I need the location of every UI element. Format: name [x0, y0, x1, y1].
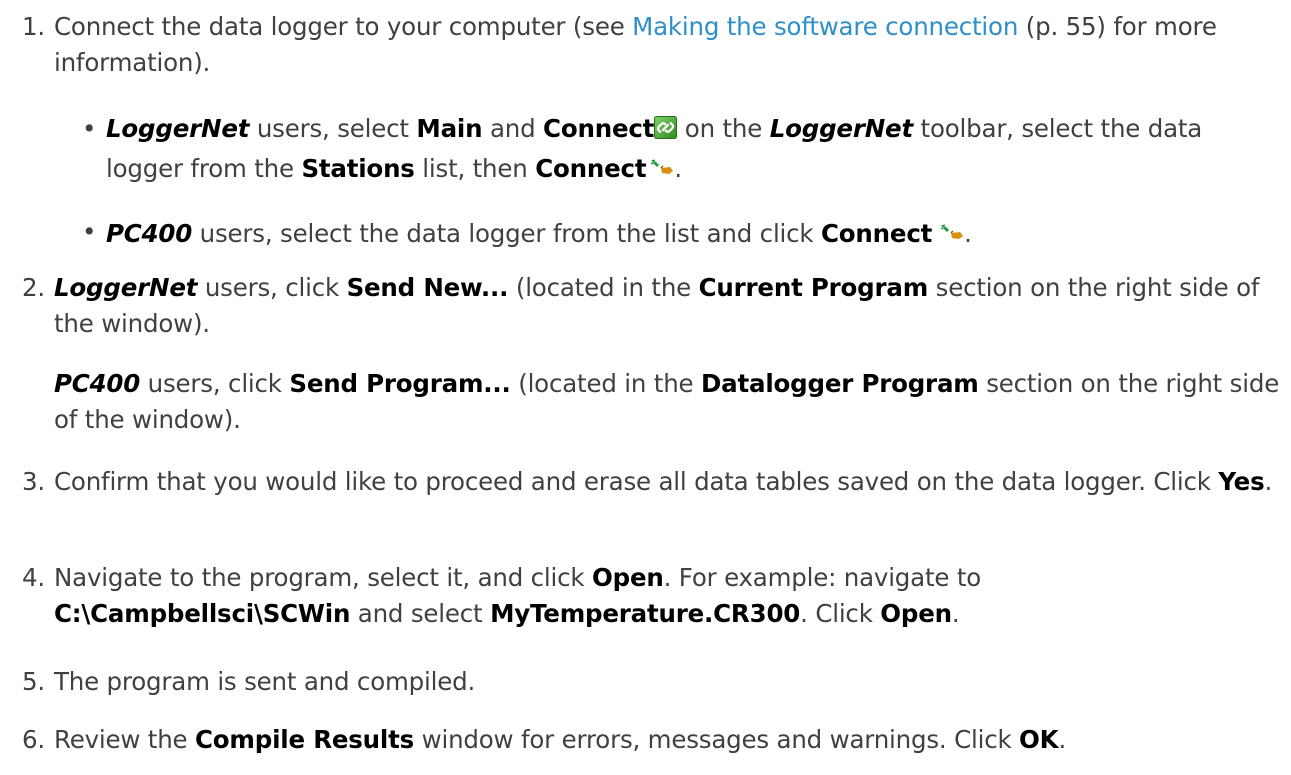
bullet-pc400-connect: • PC400 users, select the data logger fr…	[82, 214, 1282, 252]
ui-open: Open	[880, 599, 952, 628]
step-text: PC400 users, click Send Program... (loca…	[54, 369, 1280, 434]
ui-ok: OK	[1019, 725, 1059, 754]
ui-open: Open	[592, 563, 664, 592]
app-name: LoggerNet	[769, 114, 913, 143]
step-3: 3. Confirm that you would like to procee…	[22, 464, 1282, 500]
plug-connect-icon	[650, 149, 674, 185]
ui-compile-results: Compile Results	[195, 725, 415, 754]
ui-yes: Yes	[1218, 467, 1265, 496]
ui-stations: Stations	[301, 154, 415, 183]
step-text: LoggerNet users, click Send New... (loca…	[54, 273, 1260, 338]
connect-chain-icon	[654, 113, 678, 149]
ui-datalogger-program: Datalogger Program	[701, 369, 979, 398]
step-number: 1.	[22, 12, 45, 41]
ui-path: C:\Campbellsci\SCWin	[54, 599, 351, 628]
app-name: PC400	[54, 369, 141, 398]
bullet-text: PC400 users, select the data logger from…	[106, 214, 1282, 252]
step-text: Connect the data logger to your computer…	[54, 12, 1217, 77]
step-5: 5. The program is sent and compiled.	[22, 664, 1282, 700]
step-number: 3.	[22, 467, 45, 496]
procedure-page: 1. Connect the data logger to your compu…	[0, 0, 1291, 775]
plug-connect-icon	[940, 214, 964, 250]
ui-current-program: Current Program	[698, 273, 929, 302]
ui-send-new: Send New...	[346, 273, 509, 302]
step-number: 2.	[22, 273, 45, 302]
app-name: LoggerNet	[106, 114, 250, 143]
step-number: 4.	[22, 563, 45, 592]
step-number: 5.	[22, 667, 45, 696]
ui-connect: Connect	[543, 114, 655, 143]
ui-connect: Connect	[821, 219, 933, 248]
app-name: PC400	[106, 219, 193, 248]
software-connection-link[interactable]: Making the software connection	[632, 12, 1018, 41]
step-text: The program is sent and compiled.	[54, 667, 476, 696]
step-text: Navigate to the program, select it, and …	[54, 563, 982, 628]
bullet-dot: •	[82, 114, 97, 143]
bullet-loggernet-connect: • LoggerNet users, select Main and Conne…	[82, 111, 1282, 187]
bullet-dot: •	[82, 217, 97, 246]
step-6: 6. Review the Compile Results window for…	[22, 722, 1282, 758]
ui-program-file: MyTemperature.CR300	[490, 599, 801, 628]
step-text: Review the Compile Results window for er…	[54, 725, 1067, 754]
step-4: 4. Navigate to the program, select it, a…	[22, 560, 1282, 632]
bullet-text: LoggerNet users, select Main and Connect…	[106, 113, 1203, 185]
step-2: 2. LoggerNet users, click Send New... (l…	[22, 270, 1282, 342]
ui-send-program: Send Program...	[289, 369, 511, 398]
step-text: Confirm that you would like to proceed a…	[54, 467, 1273, 496]
ui-main: Main	[416, 114, 483, 143]
ui-connect: Connect	[535, 154, 647, 183]
step-1: 1. Connect the data logger to your compu…	[22, 9, 1282, 81]
step-number: 6.	[22, 725, 45, 754]
step-2-pc400: PC400 users, click Send Program... (loca…	[22, 366, 1282, 438]
app-name: LoggerNet	[54, 273, 198, 302]
